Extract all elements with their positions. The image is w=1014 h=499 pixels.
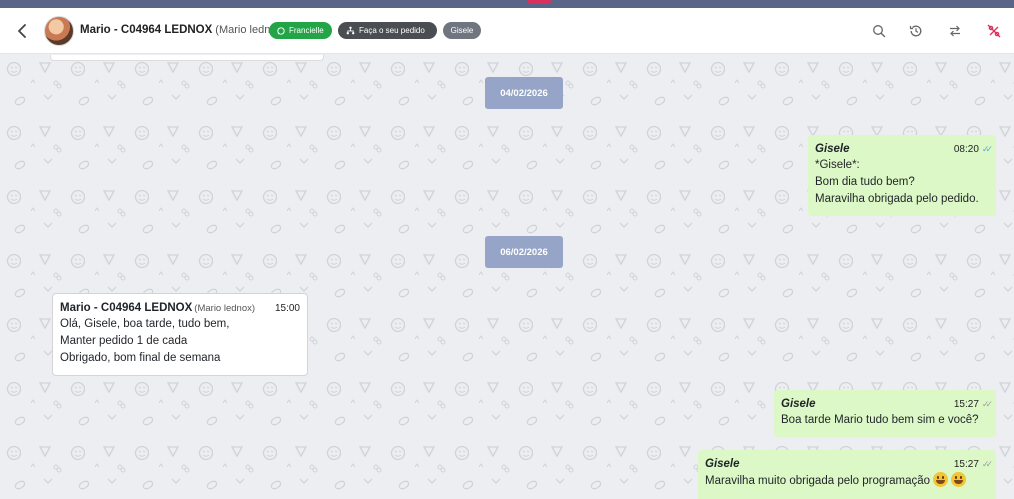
menu-tag-label: Faça o seu pedido	[359, 26, 425, 35]
message-bubble-incoming[interactable]: Mario - C04964 LEDNOX (Mario lednox) 15:0…	[52, 293, 308, 376]
search-icon[interactable]	[869, 21, 889, 41]
top-strip-marker	[527, 0, 551, 4]
message-time: 15:27	[953, 458, 979, 470]
back-arrow-icon[interactable]	[12, 20, 32, 42]
delivered-ticks-icon: ✓✓	[981, 398, 993, 409]
message-sender: Mario - C04964 LEDNOX	[60, 301, 193, 314]
grinning-face-emoji	[951, 472, 967, 487]
message-line: Obrigado, bom final de semana	[60, 352, 221, 364]
message-bubble-outgoing[interactable]: Gisele 08:20 ✓✓ *Gisele*: Bom dia tudo be…	[808, 135, 996, 216]
message-bubble-outgoing[interactable]: Gisele 15:27 ✓✓ Boa tarde Mario tudo bem …	[774, 390, 996, 437]
message-line: Olá, Gisele, boa tarde, tudo bem,	[60, 318, 230, 330]
message-time: 15:27	[953, 398, 979, 410]
message-time: 08:20	[953, 143, 979, 155]
date-separator: 04/02/2026	[485, 77, 563, 109]
flow-icon	[346, 26, 355, 35]
contact-title[interactable]: Mario - C04964 LEDNOX (Mario lednox)	[80, 24, 286, 36]
user-tag[interactable]: Gisele	[443, 22, 481, 39]
message-bubble-outgoing[interactable]: Gisele 15:27 ✓✓ Maravilha muito obrigada …	[698, 450, 996, 499]
message-line: Bom dia tudo bem?	[815, 176, 915, 188]
history-icon[interactable]	[906, 21, 926, 41]
agent-tag-label: Francielle	[289, 26, 324, 35]
avatar[interactable]	[44, 16, 74, 46]
message-line: Maravilha muito obrigada pelo programaçã…	[705, 472, 989, 490]
message-sender-sub: (Mario lednox)	[194, 302, 256, 314]
chat-header: Mario - C04964 LEDNOX (Mario lednox) Fran…	[0, 8, 1014, 54]
message-line: *Gisele*:	[815, 159, 860, 171]
message-sender: Gisele	[815, 142, 850, 155]
menu-tag[interactable]: Faça o seu pedido	[338, 22, 437, 39]
percent-off-icon[interactable]	[984, 21, 1004, 41]
date-separator: 06/02/2026	[485, 236, 563, 268]
top-strip	[0, 0, 1014, 8]
contact-name: Mario - C04964 LEDNOX	[80, 24, 213, 36]
agent-tag[interactable]: Francielle	[269, 22, 332, 39]
whatsapp-icon	[277, 26, 285, 35]
message-sender: Gisele	[705, 457, 740, 470]
delivered-ticks-icon: ✓✓	[981, 458, 993, 469]
previous-message-edge	[50, 55, 324, 61]
message-line: Boa tarde Mario tudo bem sim e você?	[781, 414, 979, 426]
message-sender: Gisele	[781, 397, 816, 410]
chat-area[interactable]: 04/02/2026 Gisele 08:20 ✓✓ *Gisele*: Bom …	[0, 55, 1014, 499]
message-text: Maravilha muito obrigada pelo programaçã…	[705, 475, 931, 487]
message-line: Maravilha obrigada pelo pedido.	[815, 193, 979, 205]
grinning-face-emoji	[933, 472, 949, 487]
message-line: Manter pedido 1 de cada	[60, 335, 188, 347]
message-time: 15:00	[274, 302, 300, 314]
transfer-icon[interactable]	[945, 21, 965, 41]
read-ticks-icon: ✓✓	[981, 143, 993, 154]
user-tag-label: Gisele	[450, 26, 474, 35]
